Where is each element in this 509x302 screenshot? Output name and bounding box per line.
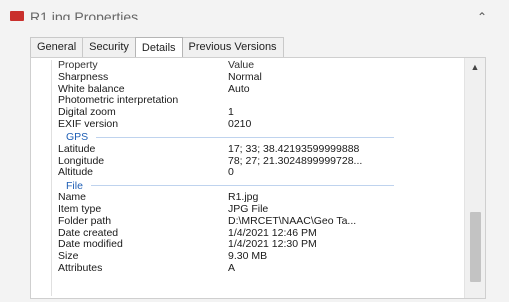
property-value: 17; 33; 38.42193599999888 [228,143,360,155]
list-item[interactable]: Altitude 0 [52,167,464,179]
group-divider [96,136,394,138]
property-value: R1.jpg [228,192,259,204]
list-item[interactable]: Attributes A [52,263,464,275]
details-panel: Property Value Sharpness Normal White ba… [30,57,486,299]
group-header-gps: GPS [52,131,464,144]
property-value: 1 [228,107,234,119]
list-item[interactable]: White balance Auto [52,84,464,96]
property-name: Longitude [58,155,105,167]
tab-general[interactable]: General [30,37,84,58]
column-header-row: Property Value [52,60,464,72]
tab-previous-versions[interactable]: Previous Versions [181,37,284,58]
property-value: Normal [228,71,262,83]
property-name: Size [58,251,79,263]
property-value: 9.30 MB [228,251,268,263]
list-item[interactable]: Name R1.jpg [52,192,464,204]
property-name: White balance [58,83,125,95]
property-name: Photometric interpretation [58,95,179,107]
properties-list[interactable]: Property Value Sharpness Normal White ba… [51,60,464,296]
property-name: Altitude [58,167,94,179]
list-item[interactable]: Longitude 78; 27; 21.3024899999728... [52,156,464,168]
property-value: 78; 27; 21.3024899999728... [228,155,363,167]
property-name: Item type [58,203,102,215]
tab-security[interactable]: Security [82,37,136,58]
list-item[interactable]: EXIF version 0210 [52,119,464,131]
property-name: Folder path [58,215,112,227]
list-item[interactable]: Digital zoom 1 [52,107,464,119]
property-value [228,95,464,107]
tab-bar: General Security Details Previous Versio… [30,36,284,59]
list-item[interactable]: Size 9.30 MB [52,251,464,263]
property-value: JPG File [228,203,269,215]
tab-details[interactable]: Details [134,37,183,59]
list-item[interactable]: Item type JPG File [52,204,464,216]
property-name: Date created [58,227,119,239]
list-item[interactable]: Date modified 1/4/2021 12:30 PM [52,239,464,251]
property-value: 1/4/2021 12:30 PM [228,239,317,251]
group-divider [90,185,394,187]
property-value: A [228,262,236,274]
property-name: Attributes [58,262,103,274]
value-column-header[interactable]: Value [228,60,464,72]
title-bar: R1.jpg Properties ⌃ [0,0,509,36]
list-item[interactable]: Folder path D:\MRCET\NAAC\Geo Ta... [52,216,464,228]
window-title: R1.jpg Properties [30,9,139,20]
group-label: File [66,179,83,192]
property-name: Digital zoom [58,107,116,119]
property-name: Sharpness [58,71,109,83]
property-name: Date modified [58,239,123,251]
property-name: Name [58,192,87,204]
list-item[interactable]: Latitude 17; 33; 38.42193599999888 [52,144,464,156]
property-value: Auto [228,83,250,95]
scroll-up-arrow-icon[interactable]: ▲ [465,60,485,74]
vertical-scrollbar[interactable]: ▲ [464,58,485,298]
list-item[interactable]: Photometric interpretation [52,95,464,107]
file-icon [10,11,24,21]
property-column-header[interactable]: Property [58,60,228,72]
property-value: 0210 [228,118,252,130]
group-label: GPS [66,131,89,144]
scrollbar-thumb[interactable] [470,212,481,282]
group-header-file: File [52,179,464,192]
property-name: Latitude [58,143,96,155]
chevron-up-icon[interactable]: ⌃ [473,8,491,26]
property-value: 0 [228,167,234,179]
property-value: D:\MRCET\NAAC\Geo Ta... [228,215,357,227]
property-name: EXIF version [58,118,119,130]
list-item[interactable]: Sharpness Normal [52,72,464,84]
property-value: 1/4/2021 12:46 PM [228,227,317,239]
list-item[interactable]: Date created 1/4/2021 12:46 PM [52,228,464,240]
